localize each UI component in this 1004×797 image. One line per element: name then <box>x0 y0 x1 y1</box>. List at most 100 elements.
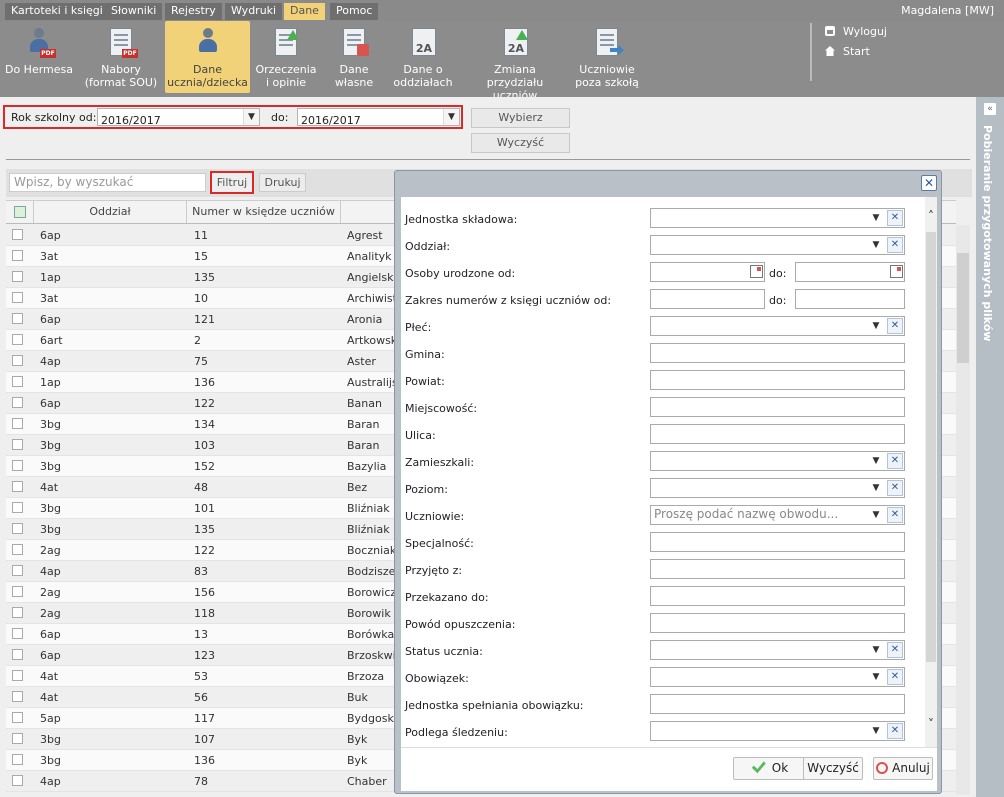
row-checkbox[interactable] <box>12 712 23 723</box>
field-select[interactable]: ▼ ✕ <box>650 451 905 471</box>
clear-icon[interactable]: ✕ <box>887 480 903 496</box>
ok-button[interactable]: Ok <box>733 757 807 780</box>
menu-rejestry[interactable]: Rejestry <box>165 3 222 20</box>
clear-icon[interactable]: ✕ <box>887 210 903 226</box>
clear-icon[interactable]: ✕ <box>887 237 903 253</box>
field-select[interactable]: ▼ ✕ <box>650 478 905 498</box>
toolbar-uczniowie-poza-szkola[interactable]: Uczniowie poza szkołą <box>572 21 642 93</box>
field-input[interactable] <box>650 586 905 606</box>
chevron-up-icon[interactable]: ˄ <box>925 209 937 223</box>
row-checkbox[interactable] <box>12 733 23 744</box>
column-numer[interactable]: Numer w księdze uczniów <box>187 201 341 223</box>
row-checkbox[interactable] <box>12 418 23 429</box>
field-input[interactable] <box>650 370 905 390</box>
year-to-select[interactable]: 2016/2017 ▼ <box>297 108 460 127</box>
field-select[interactable]: ▼ ✕ <box>650 208 905 228</box>
menu-slowniki[interactable]: Słowniki <box>105 3 163 20</box>
field-input[interactable] <box>650 559 905 579</box>
side-panel[interactable]: « Pobieranie przygotowanych plików <box>976 97 1004 797</box>
menu-wydruki[interactable]: Wydruki <box>225 3 283 20</box>
year-from-select[interactable]: 2016/2017 ▼ <box>97 108 260 127</box>
row-checkbox[interactable] <box>12 523 23 534</box>
number-from-input[interactable] <box>650 289 765 309</box>
toolbar-zmiana-przydzialu[interactable]: 2A Zmiana przydziału uczniów <box>465 21 565 102</box>
row-checkbox[interactable] <box>12 250 23 261</box>
calendar-icon[interactable] <box>890 265 903 278</box>
field-select[interactable]: Proszę podać nazwę obwodu... ▼ ✕ <box>650 505 905 525</box>
chevron-down-icon[interactable]: ▼ <box>869 724 883 738</box>
row-checkbox[interactable] <box>12 628 23 639</box>
chevron-down-icon[interactable]: ▼ <box>869 211 883 225</box>
field-input[interactable] <box>650 694 905 714</box>
menu-pomoc[interactable]: Pomoc <box>330 3 379 20</box>
chevron-down-icon[interactable]: ▼ <box>869 481 883 495</box>
clear-button[interactable]: Wyczyść <box>471 133 570 153</box>
chevron-down-icon[interactable]: ▼ <box>869 508 883 522</box>
row-checkbox[interactable] <box>12 691 23 702</box>
row-checkbox[interactable] <box>12 397 23 408</box>
field-select[interactable]: ▼ ✕ <box>650 316 905 336</box>
field-select[interactable]: ▼ ✕ <box>650 721 905 741</box>
clear-icon[interactable]: ✕ <box>887 669 903 685</box>
row-checkbox[interactable] <box>12 502 23 513</box>
menu-dane[interactable]: Dane <box>284 3 325 20</box>
field-input[interactable] <box>650 613 905 633</box>
row-checkbox[interactable] <box>12 313 23 324</box>
toolbar-orzeczenia[interactable]: Orzeczenia i opinie <box>254 21 318 93</box>
row-checkbox[interactable] <box>12 670 23 681</box>
field-input[interactable] <box>650 397 905 417</box>
row-checkbox[interactable] <box>12 439 23 450</box>
row-checkbox[interactable] <box>12 229 23 240</box>
field-select[interactable]: ▼ ✕ <box>650 235 905 255</box>
calendar-icon[interactable] <box>750 265 763 278</box>
menu-kartoteki[interactable]: Kartoteki i księgi <box>5 3 109 20</box>
toolbar-dane-wlasne[interactable]: Dane własne <box>325 21 383 93</box>
chevron-down-icon[interactable]: ▼ <box>869 670 883 684</box>
close-icon[interactable]: ✕ <box>921 175 937 191</box>
collapse-icon[interactable]: « <box>984 103 996 115</box>
toolbar-dane-ucznia[interactable]: Dane ucznia/dziecka <box>165 21 250 93</box>
row-checkbox[interactable] <box>12 586 23 597</box>
search-input[interactable]: Wpisz, by wyszukać <box>9 173 206 192</box>
scrollbar-thumb[interactable] <box>957 253 969 363</box>
toolbar-do-hermesa[interactable]: PDF Do Hermesa <box>3 21 75 93</box>
row-checkbox[interactable] <box>12 775 23 786</box>
row-checkbox[interactable] <box>12 271 23 282</box>
row-checkbox[interactable] <box>12 544 23 555</box>
start-link[interactable]: Start <box>825 45 870 58</box>
filter-button[interactable]: Filtruj <box>210 171 254 194</box>
row-checkbox[interactable] <box>12 481 23 492</box>
clear-icon[interactable]: ✕ <box>887 642 903 658</box>
choose-button[interactable]: Wybierz <box>471 108 570 128</box>
column-oddzial[interactable]: Oddział <box>34 201 187 223</box>
row-checkbox[interactable] <box>12 292 23 303</box>
field-input[interactable] <box>650 424 905 444</box>
date-to-input[interactable] <box>795 262 905 282</box>
clear-icon[interactable]: ✕ <box>887 453 903 469</box>
dialog-clear-button[interactable]: Wyczyść <box>803 757 863 780</box>
field-select[interactable]: ▼ ✕ <box>650 667 905 687</box>
row-checkbox[interactable] <box>12 754 23 765</box>
print-button[interactable]: Drukuj <box>259 173 306 192</box>
toolbar-nabory[interactable]: PDF Nabory (format SOU) <box>82 21 160 93</box>
row-checkbox[interactable] <box>12 376 23 387</box>
chevron-down-icon[interactable]: ▼ <box>869 643 883 657</box>
row-checkbox[interactable] <box>12 355 23 366</box>
row-checkbox[interactable] <box>12 649 23 660</box>
row-checkbox[interactable] <box>12 565 23 576</box>
clear-icon[interactable]: ✕ <box>887 318 903 334</box>
row-checkbox[interactable] <box>12 334 23 345</box>
scrollbar-thumb[interactable] <box>926 232 936 662</box>
grid-scrollbar[interactable] <box>956 225 970 795</box>
select-all-checkbox[interactable] <box>6 201 34 223</box>
field-input[interactable] <box>650 532 905 552</box>
field-input[interactable] <box>650 343 905 363</box>
row-checkbox[interactable] <box>12 607 23 618</box>
chevron-down-icon[interactable]: ▼ <box>869 454 883 468</box>
date-from-input[interactable] <box>650 262 765 282</box>
chevron-down-icon[interactable]: ▼ <box>869 319 883 333</box>
row-checkbox[interactable] <box>12 460 23 471</box>
logout-link[interactable]: Wyloguj <box>825 25 887 38</box>
number-to-input[interactable] <box>795 289 905 309</box>
clear-icon[interactable]: ✕ <box>887 507 903 523</box>
